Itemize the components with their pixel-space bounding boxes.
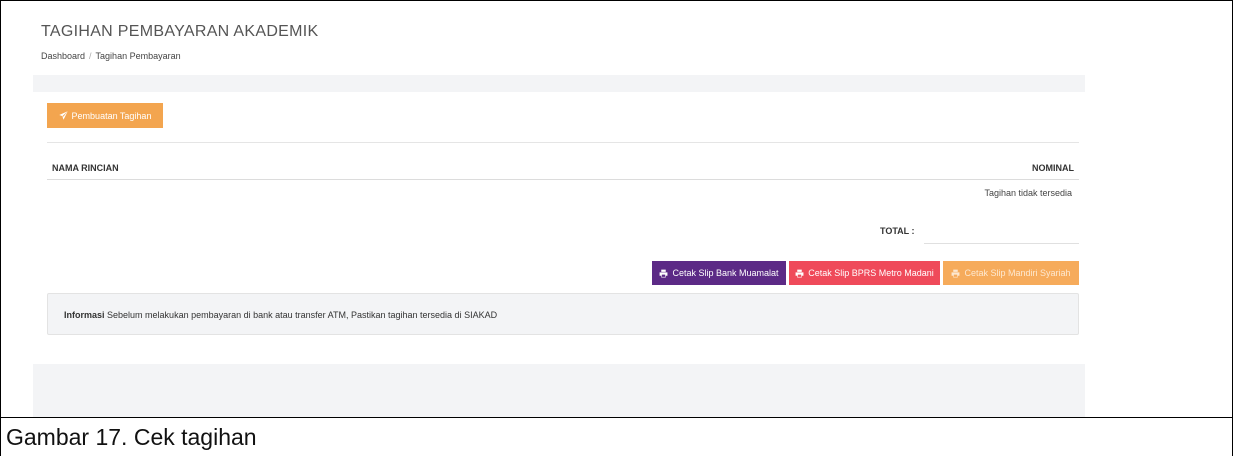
info-message: Sebelum melakukan pembayaran di bank ata… — [107, 310, 498, 320]
column-header-amount: NOMINAL — [1032, 163, 1074, 173]
print-slip-bprs-button[interactable]: Cetak Slip BPRS Metro Madani — [789, 261, 940, 285]
breadcrumb-dashboard[interactable]: Dashboard — [41, 51, 85, 61]
printer-icon — [952, 269, 960, 277]
figure-caption-bar: Gambar 17. Cek tagihan — [0, 417, 1233, 456]
print-slip-muamalat-label: Cetak Slip Bank Muamalat — [672, 268, 779, 278]
total-value-field — [924, 243, 1079, 244]
info-text: Informasi Sebelum melakukan pembayaran d… — [64, 310, 497, 320]
info-label: Informasi — [64, 310, 105, 320]
column-header-name: NAMA RINCIAN — [52, 163, 119, 173]
page-title: TAGIHAN PEMBAYARAN AKADEMIK — [41, 23, 319, 40]
figure-caption: Gambar 17. Cek tagihan — [6, 424, 257, 450]
breadcrumb-current: Tagihan Pembayaran — [95, 51, 181, 61]
info-alert: Informasi Sebelum melakukan pembayaran d… — [47, 293, 1079, 335]
create-bill-button[interactable]: Pembuatan Tagihan — [47, 103, 163, 128]
total-label: TOTAL : — [880, 226, 915, 236]
table-header-divider — [47, 179, 1079, 180]
paper-plane-icon — [58, 111, 68, 120]
printer-icon — [795, 269, 804, 277]
create-bill-label: Pembuatan Tagihan — [71, 110, 152, 121]
print-slip-muamalat-button[interactable]: Cetak Slip Bank Muamalat — [652, 261, 786, 285]
empty-table-message: Tagihan tidak tersedia — [984, 188, 1072, 198]
print-slip-bprs-label: Cetak Slip BPRS Metro Madani — [808, 268, 934, 278]
print-slip-mandiri-label: Cetak Slip Mandiri Syariah — [964, 268, 1071, 278]
printer-icon — [660, 269, 668, 277]
screenshot-frame: TAGIHAN PEMBAYARAN AKADEMIK Dashboard / Ta… — [0, 0, 1233, 417]
breadcrumb-separator: / — [89, 51, 92, 61]
divider-top — [47, 142, 1079, 143]
breadcrumb: Dashboard / Tagihan Pembayaran — [41, 51, 181, 61]
print-slip-mandiri-button[interactable]: Cetak Slip Mandiri Syariah — [943, 261, 1079, 285]
